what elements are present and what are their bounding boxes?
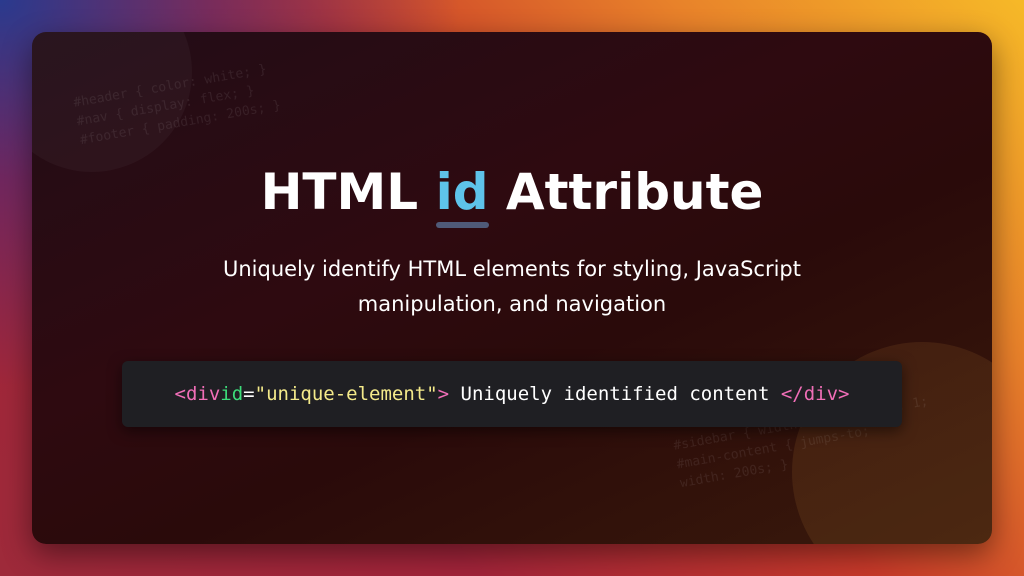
page-title: HTML id Attribute bbox=[32, 162, 992, 228]
code-open-tag: <div bbox=[174, 383, 221, 405]
title-prefix: HTML bbox=[260, 163, 436, 221]
code-content: Uniquely identified content bbox=[449, 383, 781, 405]
title-suffix: Attribute bbox=[488, 163, 764, 221]
title-highlight: id bbox=[435, 163, 489, 228]
code-open-tag-end: > bbox=[437, 383, 450, 405]
code-equals: = bbox=[243, 383, 255, 405]
page-subtitle: Uniquely identify HTML elements for styl… bbox=[222, 257, 801, 316]
hero-card: #header { color: white; } #nav { display… bbox=[32, 32, 992, 544]
code-example: <div id = "unique-element" > Uniquely ident… bbox=[122, 361, 902, 427]
code-attr-name: id bbox=[220, 383, 244, 405]
code-close-tag: </div> bbox=[780, 383, 850, 405]
code-attr-value: "unique-element" bbox=[254, 383, 438, 405]
